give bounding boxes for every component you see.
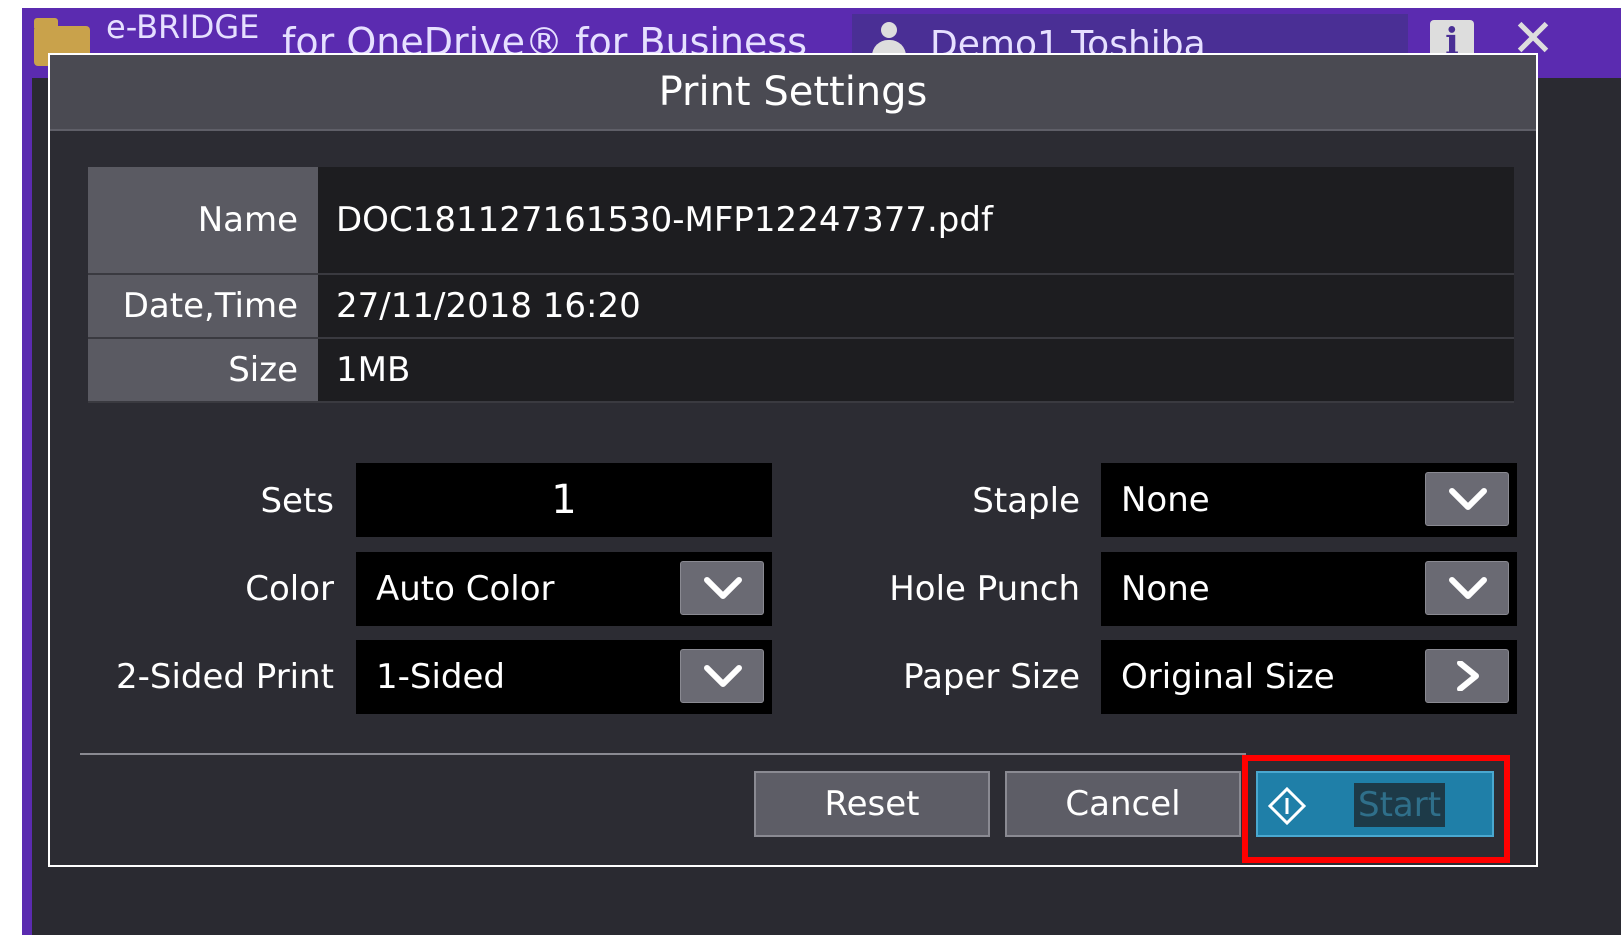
chevron-down-icon: [704, 577, 742, 599]
chevron-down-icon: [1449, 488, 1487, 510]
reset-button[interactable]: Reset: [754, 771, 990, 837]
chevron-right-icon: [1457, 661, 1479, 691]
two-sided-dropdown-button[interactable]: [680, 649, 764, 703]
two-sided-label: 2-Sided Print: [115, 657, 334, 697]
sets-input[interactable]: 1: [356, 463, 772, 537]
two-sided-value: 1-Sided: [376, 657, 506, 697]
hole-punch-dropdown-button[interactable]: [1425, 561, 1509, 615]
sets-label: Sets: [260, 481, 334, 521]
file-info-table: Name DOC181127161530-MFP12247377.pdf Dat…: [88, 167, 1514, 403]
divider: [80, 753, 1246, 755]
chevron-down-icon: [704, 665, 742, 687]
staple-dropdown-button[interactable]: [1425, 472, 1509, 526]
color-select[interactable]: Auto Color: [356, 552, 772, 626]
color-label: Color: [245, 569, 334, 609]
color-dropdown-button[interactable]: [680, 561, 764, 615]
color-value: Auto Color: [376, 569, 555, 609]
hole-punch-select[interactable]: None: [1101, 552, 1517, 626]
paper-size-next-button[interactable]: [1425, 649, 1509, 703]
sets-value: 1: [551, 477, 577, 523]
size-label: Size: [88, 339, 318, 401]
file-info-row: Name DOC181127161530-MFP12247377.pdf: [88, 167, 1514, 275]
date-time-label: Date,Time: [88, 275, 318, 337]
two-sided-select[interactable]: 1-Sided: [356, 640, 772, 714]
file-name-value: DOC181127161530-MFP12247377.pdf: [318, 167, 1514, 273]
start-highlight-box: [1242, 755, 1510, 863]
hole-punch-label: Hole Punch: [889, 569, 1080, 609]
file-info-row: Size 1MB: [88, 339, 1514, 403]
chevron-down-icon: [1449, 577, 1487, 599]
dialog-header: Print Settings: [50, 55, 1536, 131]
staple-label: Staple: [972, 481, 1080, 521]
staple-select[interactable]: None: [1101, 463, 1517, 537]
dialog-title: Print Settings: [658, 69, 928, 115]
size-value: 1MB: [318, 339, 1514, 401]
staple-value: None: [1121, 480, 1210, 520]
paper-size-value: Original Size: [1121, 657, 1335, 697]
file-info-row: Date,Time 27/11/2018 16:20: [88, 275, 1514, 339]
cancel-button[interactable]: Cancel: [1005, 771, 1241, 837]
app-brand: e-BRIDGE: [106, 8, 260, 46]
date-time-value: 27/11/2018 16:20: [318, 275, 1514, 337]
paper-size-select[interactable]: Original Size: [1101, 640, 1517, 714]
print-settings-dialog: Print Settings Name DOC181127161530-MFP1…: [48, 53, 1538, 867]
paper-size-label: Paper Size: [903, 657, 1080, 697]
hole-punch-value: None: [1121, 569, 1210, 609]
file-name-label: Name: [88, 167, 318, 273]
